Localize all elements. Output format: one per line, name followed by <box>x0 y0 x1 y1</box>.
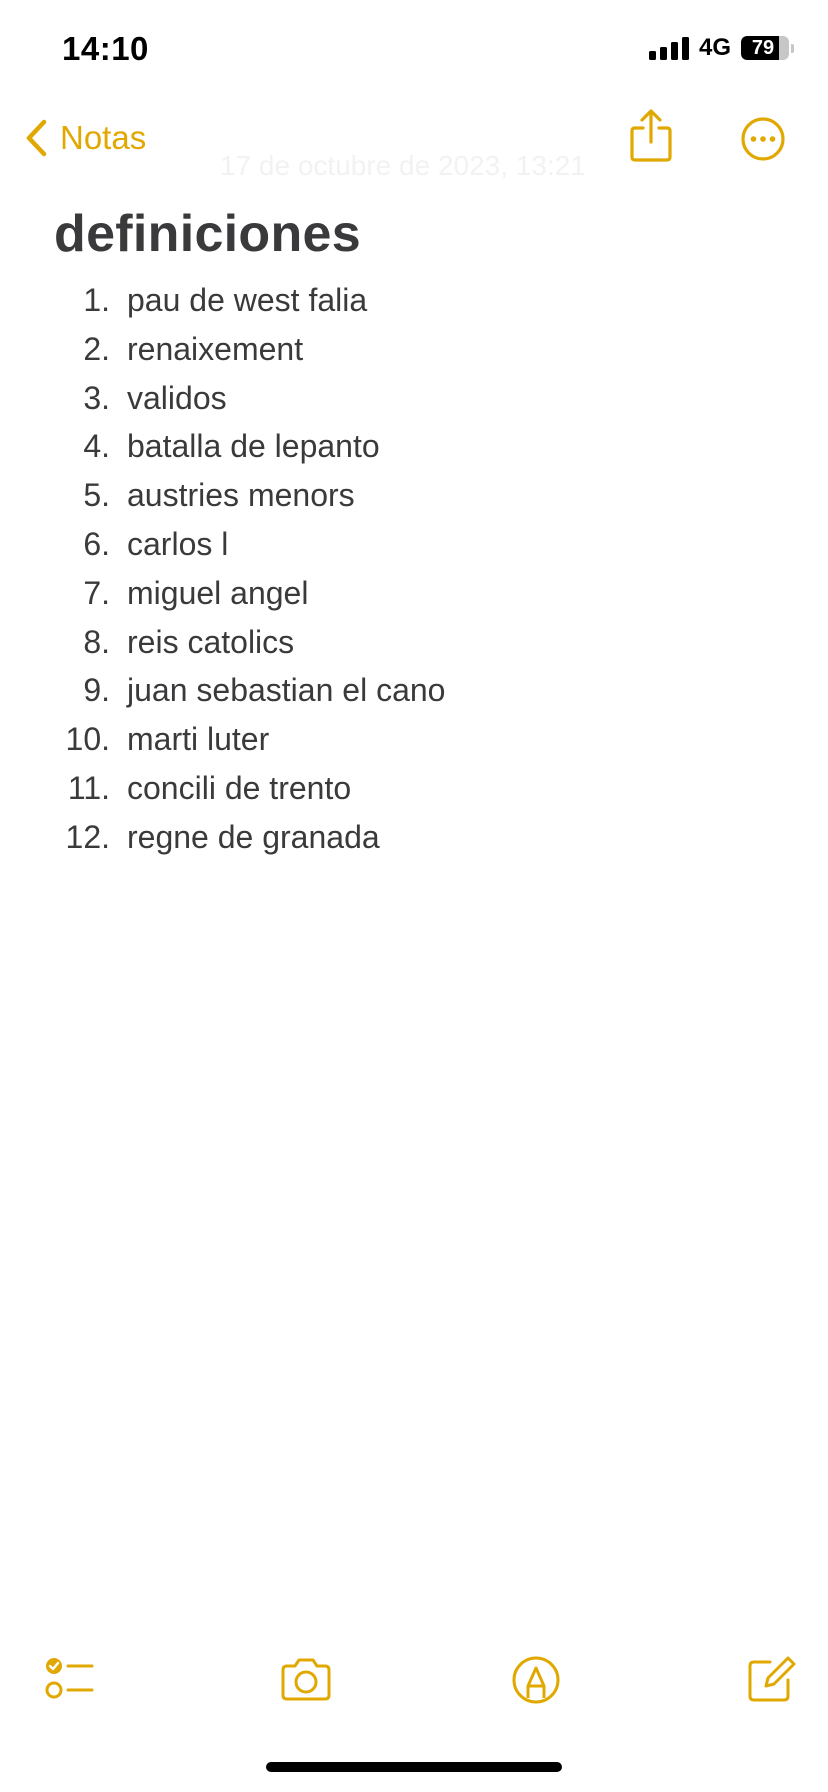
list-item-number: 4. <box>83 428 110 465</box>
list-item-text: reis catolics <box>127 623 295 660</box>
list-item-number: 11. <box>67 769 110 806</box>
bottom-toolbar <box>0 1650 828 1716</box>
list-item[interactable]: 3. validos <box>0 376 828 425</box>
share-icon <box>630 109 672 162</box>
chevron-left-icon <box>26 119 47 157</box>
list-item-text: marti luter <box>127 721 270 758</box>
list-item-text: renaixement <box>127 330 304 367</box>
list-item-text: batalla de lepanto <box>127 428 380 465</box>
more-options-button[interactable] <box>740 116 786 162</box>
list-item-number: 9. <box>83 672 110 709</box>
list-item-text: austries menors <box>127 477 355 514</box>
list-item[interactable]: 2. renaixement <box>0 327 828 376</box>
list-item-text: concili de trento <box>127 769 352 806</box>
list-item-number: 7. <box>83 574 110 611</box>
list-item[interactable]: 1. pau de west falia <box>0 278 828 327</box>
list-item-text: regne de granada <box>127 818 380 855</box>
list-item[interactable]: 7. miguel angel <box>0 571 828 620</box>
back-button[interactable]: Notas <box>24 118 146 158</box>
markup-pen-icon <box>512 1656 560 1704</box>
list-item-text: juan sebastian el cano <box>127 672 446 709</box>
list-item[interactable]: 8. reis catolics <box>0 620 828 669</box>
camera-button[interactable] <box>276 1650 336 1710</box>
list-item-number: 10. <box>65 721 110 758</box>
status-bar: 14:10 4G 79 <box>0 0 828 100</box>
list-item-number: 2. <box>83 330 110 367</box>
note-numbered-list[interactable]: 1. pau de west falia 2. renaixement 3. valido… <box>0 278 828 864</box>
markup-button[interactable] <box>506 1650 566 1710</box>
cellular-signal-icon <box>648 36 689 60</box>
back-label: Notas <box>60 119 147 156</box>
list-item-number: 6. <box>83 525 110 562</box>
list-item[interactable]: 6. carlos l <box>0 522 828 571</box>
list-item[interactable]: 4. batalla de lepanto <box>0 424 828 473</box>
list-item[interactable]: 11. concili de trento <box>0 766 828 815</box>
compose-button[interactable] <box>740 1650 800 1710</box>
list-item-text: validos <box>127 379 227 416</box>
compose-icon <box>748 1656 796 1702</box>
list-item-text: pau de west falia <box>127 282 368 318</box>
note-date-subtitle: 17 de octubre de 2023, 13:21 <box>220 150 586 181</box>
checklist-icon <box>45 1658 94 1699</box>
status-indicators: 4G 79 <box>648 34 794 62</box>
battery-icon: 79 <box>741 36 794 60</box>
list-item[interactable]: 9. juan sebastian el cano <box>0 668 828 717</box>
note-title[interactable]: definiciones <box>54 204 361 264</box>
list-item-number: 3. <box>83 379 110 416</box>
list-item-text: miguel angel <box>127 574 309 611</box>
list-item-text: carlos l <box>127 525 229 562</box>
list-item[interactable]: 5. austries menors <box>0 473 828 522</box>
list-item-number: 8. <box>83 623 110 660</box>
status-time: 14:10 <box>62 30 149 67</box>
list-item-number: 12. <box>65 818 110 855</box>
navigation-bar: 17 de octubre de 2023, 13:21 Notas <box>0 100 828 200</box>
battery-level: 79 <box>751 37 775 59</box>
share-button[interactable] <box>628 108 674 164</box>
list-item-number: 5. <box>83 477 110 514</box>
network-type: 4G <box>698 34 731 61</box>
checklist-button[interactable] <box>40 1650 100 1710</box>
camera-icon <box>281 1658 331 1701</box>
list-item-number: 1. <box>83 282 110 318</box>
list-item[interactable]: 12. regne de granada <box>0 815 828 864</box>
home-indicator <box>266 1762 562 1772</box>
list-item[interactable]: 10. marti luter <box>0 717 828 766</box>
ellipsis-circle-icon <box>741 117 785 161</box>
